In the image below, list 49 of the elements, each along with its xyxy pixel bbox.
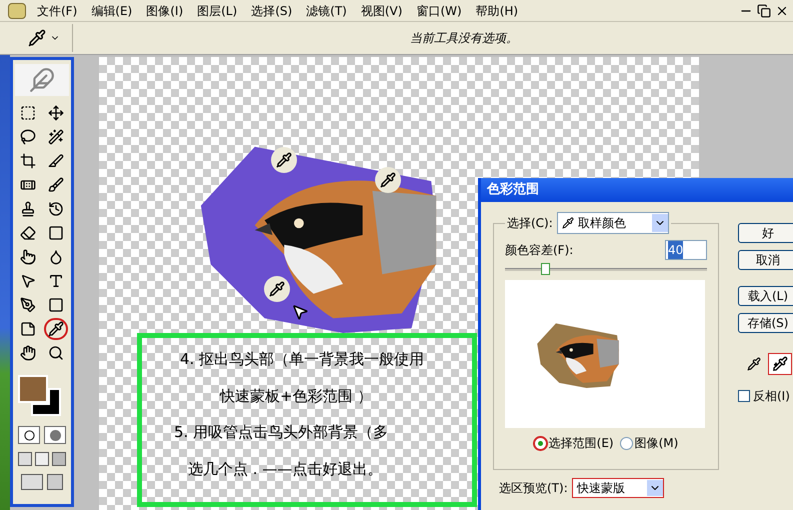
preview-label: 选区预览(T):: [499, 480, 568, 497]
background-color-swatch[interactable]: [31, 388, 61, 416]
fuzziness-slider[interactable]: [505, 262, 707, 276]
menu-item[interactable]: 文件(F): [34, 2, 80, 20]
fuzziness-label: 颜色容差(F):: [505, 242, 574, 259]
annotation-text: 5. 用吸管点击鸟头外部背景（多: [173, 422, 390, 443]
menu-item[interactable]: 视图(V): [358, 2, 406, 20]
app-icon: [8, 2, 26, 18]
add-eyedropper-icon[interactable]: [768, 353, 792, 375]
eyedropper-icon: [562, 217, 574, 229]
annotation-text: 4. 抠出鸟头部（单一背景我一般使用: [179, 349, 426, 370]
dialog-button[interactable]: 取消: [738, 250, 793, 270]
radio-button[interactable]: [620, 436, 633, 450]
annotation-text: 快速蒙板+色彩范围 ）: [218, 386, 374, 406]
menu-item[interactable]: 帮助(H): [472, 2, 522, 20]
standard-mode-icon[interactable]: [18, 426, 40, 444]
menu-item[interactable]: 图像(I): [143, 2, 186, 20]
fuzziness-input[interactable]: 40: [665, 240, 707, 260]
invert-checkbox[interactable]: [738, 390, 750, 402]
feather-logo: [15, 64, 69, 96]
menu-item[interactable]: 选择(S): [248, 2, 296, 20]
foreground-color-swatch[interactable]: [18, 375, 48, 403]
radio-label: 选择范围(E): [548, 435, 614, 452]
cursor-icon: [291, 303, 309, 321]
eyedropper-tool-icon[interactable]: [44, 318, 68, 340]
dialog-button[interactable]: 载入(L): [738, 286, 793, 306]
screen-mode-icon[interactable]: [18, 452, 32, 466]
screen-mode-icon[interactable]: [35, 452, 49, 466]
quick-mask-icon[interactable]: [44, 426, 66, 444]
menu-item[interactable]: 窗口(W): [413, 2, 465, 20]
menu-item[interactable]: 编辑(E): [88, 2, 136, 20]
radio-label: 图像(M): [634, 435, 678, 452]
slider-thumb[interactable]: [541, 263, 550, 275]
dialog-button[interactable]: 存储(S): [738, 313, 793, 333]
radio-button[interactable]: [534, 436, 547, 450]
menu-item[interactable]: 图层(L): [194, 2, 240, 20]
dialog-title: 色彩范围: [487, 181, 539, 200]
select-label: 选择(C):: [507, 215, 553, 232]
tool-preset-button[interactable]: [28, 29, 60, 47]
annotation-text: 选几个点 . ——点击好退出。: [187, 458, 384, 480]
invert-label: 反相(I): [753, 388, 790, 405]
menu-item[interactable]: 滤镜(T): [303, 2, 350, 20]
dialog-button[interactable]: 好: [738, 223, 793, 243]
screen-mode-icon[interactable]: [52, 452, 66, 466]
preview-dropdown[interactable]: 快速蒙版: [572, 478, 664, 498]
restore-icon[interactable]: [757, 4, 771, 18]
sample-point-icon: [375, 167, 401, 193]
options-message: 当前工具没有选项。: [410, 30, 518, 47]
select-dropdown[interactable]: 取样颜色: [556, 212, 669, 234]
